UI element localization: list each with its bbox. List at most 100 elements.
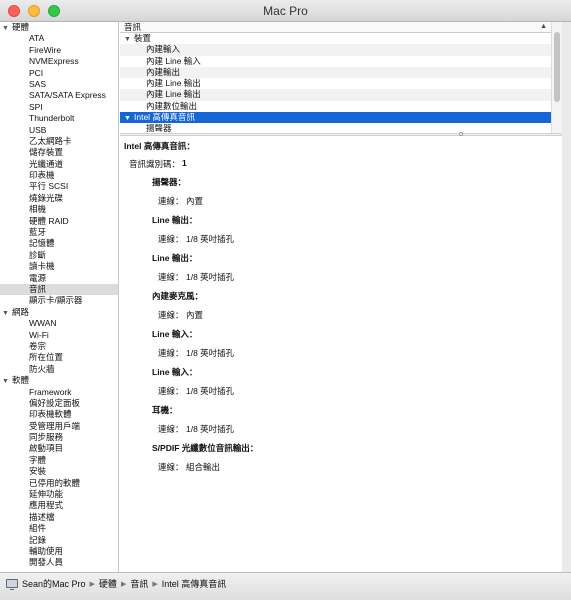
sidebar-group[interactable]: ▼ 軟體 — [0, 375, 118, 386]
breadcrumb-separator-icon: ▶ — [152, 580, 158, 588]
list-group-row[interactable]: ▼ Intel 高傳真音訊 — [120, 112, 551, 124]
disclosure-triangle-icon[interactable]: ▼ — [124, 34, 134, 45]
sidebar-group[interactable]: ▼ 硬體 — [0, 22, 118, 33]
device-name: S/PDIF 光纖數位音訊輸出： — [152, 443, 259, 453]
sidebar-item[interactable]: 組件 — [0, 523, 118, 534]
status-bar: Sean的Mac Pro ▶ 硬體 ▶ 音訊 ▶ Intel 高傳真音訊 — [0, 572, 571, 600]
sidebar-item[interactable]: 輔助使用 — [0, 546, 118, 557]
breadcrumb-separator-icon: ▶ — [120, 580, 127, 588]
scrollbar-thumb[interactable] — [554, 32, 560, 102]
sidebar-item[interactable]: 安裝 — [0, 466, 118, 477]
sidebar-item[interactable]: PCI — [0, 68, 118, 79]
sidebar-item[interactable]: 偏好設定面板 — [0, 398, 118, 409]
connection-value: 1/8 英吋插孔 — [186, 234, 235, 244]
window-edge — [562, 22, 571, 572]
connection-label: 連線： — [158, 234, 184, 244]
sidebar-item[interactable]: WWAN — [0, 318, 118, 329]
sidebar-item[interactable]: 啟動項目 — [0, 443, 118, 454]
sidebar-item[interactable]: SATA/SATA Express — [0, 90, 118, 101]
computer-icon — [6, 579, 18, 590]
sidebar-item[interactable]: 開發人員 — [0, 557, 118, 568]
audio-id-value: 1 — [182, 158, 187, 168]
connection-label: 連線： — [158, 196, 184, 206]
disclosure-triangle-icon[interactable]: ▼ — [2, 376, 12, 387]
sidebar-item[interactable]: 藍牙 — [0, 227, 118, 238]
sidebar-item[interactable]: 已停用的軟體 — [0, 478, 118, 489]
device-list[interactable]: ▼ 裝置 內建輸入 內建 Line 輸入 內建輸出 內建 Line 輸出 內建 Line 輸… — [120, 33, 551, 133]
sidebar-item[interactable]: 卷宗 — [0, 341, 118, 352]
disclosure-triangle-icon[interactable]: ▼ — [124, 113, 134, 124]
sidebar-item[interactable]: 平行 SCSI — [0, 181, 118, 192]
column-header-label: 音訊 — [124, 22, 142, 32]
breadcrumb-item[interactable]: 硬體 — [99, 577, 117, 590]
device-name: Line 輸入： — [152, 367, 198, 377]
sidebar-item[interactable]: SAS — [0, 79, 118, 90]
sidebar-item[interactable]: 受管理用戶端 — [0, 421, 118, 432]
detail-pane: Intel 高傳真音訊： 音訊識別碼： 1 揚聲器： 連線： 內置 Line 輸出：連… — [120, 137, 562, 572]
list-item[interactable]: 內建 Line 輸出 — [120, 78, 551, 89]
sidebar-item[interactable]: 描述檔 — [0, 512, 118, 523]
list-item[interactable]: 內建 Line 輸入 — [120, 56, 551, 67]
disclosure-triangle-icon[interactable]: ▼ — [2, 23, 12, 34]
sidebar-item[interactable]: 同步服務 — [0, 432, 118, 443]
sidebar-item[interactable]: 記憶體 — [0, 238, 118, 249]
breadcrumb-item[interactable]: Sean的Mac Pro — [22, 577, 86, 590]
breadcrumb-item[interactable]: 音訊 — [130, 577, 148, 590]
list-item[interactable]: 內建 Line 輸出 — [120, 89, 551, 101]
sidebar-item[interactable]: 讀卡機 — [0, 261, 118, 272]
sidebar-item[interactable]: Framework — [0, 387, 118, 398]
sidebar-item[interactable]: SPI — [0, 102, 118, 113]
list-item[interactable]: 揚聲器 — [120, 123, 551, 133]
sidebar-item[interactable]: 所在位置 — [0, 352, 118, 363]
sidebar-item[interactable]: 防火牆 — [0, 364, 118, 375]
sidebar-item[interactable]: ATA — [0, 33, 118, 44]
sidebar-group[interactable]: ▼ 網路 — [0, 307, 118, 318]
list-column-header[interactable]: 音訊 ▲ — [120, 22, 551, 33]
connection-value: 1/8 英吋插孔 — [186, 272, 235, 282]
sidebar-item[interactable]: FireWire — [0, 45, 118, 56]
sidebar-item[interactable]: 印表機軟體 — [0, 409, 118, 420]
list-item[interactable]: 內建數位輸出 — [120, 101, 551, 112]
connection-label: 連線： — [158, 424, 184, 434]
sidebar-item[interactable]: 顯示卡/顯示器 — [0, 295, 118, 306]
sidebar-item[interactable]: 音訊 — [0, 283, 118, 296]
sidebar-item[interactable]: 印表機 — [0, 170, 118, 181]
sidebar-item[interactable]: NVMExpress — [0, 56, 118, 67]
sidebar-item[interactable]: USB — [0, 125, 118, 136]
list-group-row[interactable]: ▼ 裝置 — [120, 33, 551, 44]
sidebar-item[interactable]: 電源 — [0, 273, 118, 284]
sidebar-item[interactable]: Thunderbolt — [0, 113, 118, 124]
connection-label: 連線： — [158, 386, 184, 396]
split-view-divider[interactable] — [120, 132, 562, 136]
list-item[interactable]: 內建輸出 — [120, 66, 551, 79]
sidebar-item[interactable]: 乙太網路卡 — [0, 136, 118, 147]
connection-label: 連線： — [158, 348, 184, 358]
connection-value: 內置 — [186, 310, 204, 320]
sidebar-item[interactable]: 記錄 — [0, 535, 118, 546]
sidebar-item[interactable]: Wi-Fi — [0, 330, 118, 341]
device-name: 內建麥克風： — [152, 291, 204, 301]
sidebar-item[interactable]: 儲存裝置 — [0, 147, 118, 158]
disclosure-triangle-icon[interactable]: ▼ — [2, 308, 12, 319]
sidebar-item[interactable]: 診斷 — [0, 250, 118, 261]
sidebar-item[interactable]: 字體 — [0, 455, 118, 466]
sidebar-group-label: 硬體 — [12, 22, 30, 32]
list-group-label: Intel 高傳真音訊 — [134, 112, 195, 123]
connection-label: 連線： — [158, 462, 184, 472]
sidebar[interactable]: ▼ 硬體 ATA FireWire NVMExpress PCI SAS SATA/SATA … — [0, 22, 119, 572]
sidebar-item[interactable]: 燒錄光碟 — [0, 193, 118, 204]
device-name: 揚聲器： — [152, 177, 187, 187]
sidebar-item[interactable]: 硬體 RAID — [0, 216, 118, 227]
sidebar-item[interactable]: 光纖通道 — [0, 159, 118, 170]
list-scrollbar[interactable] — [551, 22, 562, 133]
breadcrumb-item[interactable]: Intel 高傳真音訊 — [162, 577, 227, 590]
sidebar-item[interactable]: 相機 — [0, 204, 118, 215]
connection-value: 1/8 英吋插孔 — [186, 386, 235, 396]
divider-handle-icon[interactable] — [459, 132, 463, 136]
list-item[interactable]: 內建輸入 — [120, 44, 551, 56]
detail-title: Intel 高傳真音訊： — [124, 141, 195, 151]
sort-arrow-icon[interactable]: ▲ — [540, 22, 547, 32]
sidebar-item[interactable]: 延伸功能 — [0, 489, 118, 500]
sidebar-item[interactable]: 應用程式 — [0, 500, 118, 511]
connection-label: 連線： — [158, 310, 184, 320]
